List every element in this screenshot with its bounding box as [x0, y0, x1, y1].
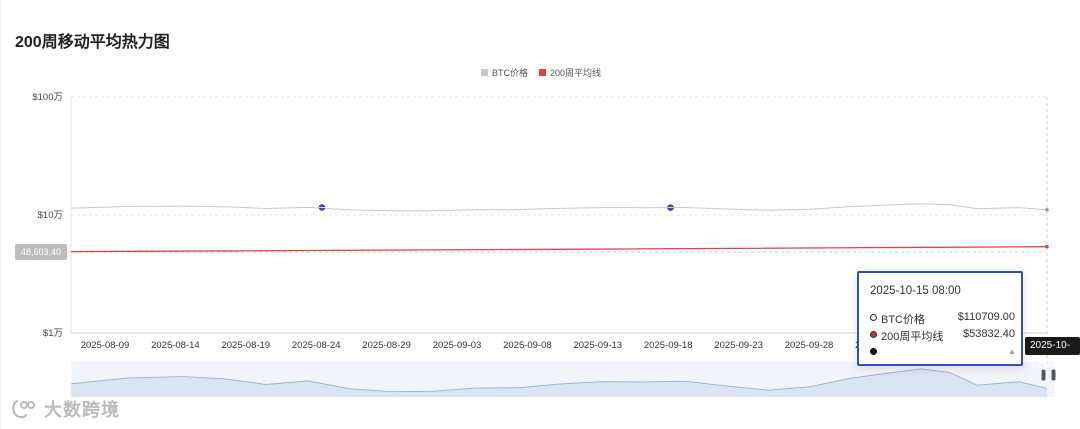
- series-dot-icon: [870, 348, 877, 355]
- legend-label-0: BTC价格: [492, 67, 528, 78]
- tooltip-row-value: $110709.00: [957, 311, 1015, 323]
- y-tick-label: $10万: [38, 210, 63, 221]
- x-tick-label: 2025-09-23: [714, 340, 763, 351]
- legend-label-1: 200周平均线: [550, 67, 601, 78]
- chart-tooltip: 2025-10-15 08:00 BTC价格 $110709.00 200周平均…: [857, 271, 1023, 366]
- series-line-1: [70, 246, 1048, 253]
- x-tick-label: 2025-08-19: [221, 340, 270, 351]
- crosshair-y-label: 48,603.40: [15, 244, 67, 260]
- tooltip-row-name: BTC价格: [881, 314, 925, 326]
- tooltip-row-extra: [870, 345, 1015, 359]
- crosshair-x-label: 2025-10-15 08:00: [1025, 337, 1080, 369]
- x-tick-label: 2025-08-29: [362, 340, 411, 351]
- y-tick-label: $100万: [32, 92, 63, 103]
- tooltip-date: 2025-10-15 08:00: [870, 285, 961, 297]
- legend-swatch-1: [539, 69, 546, 76]
- y-tick-label: $1万: [43, 328, 63, 339]
- tooltip-row-ma: 200周平均线 $53832.40: [870, 328, 1015, 343]
- series-dot-icon: [870, 331, 877, 338]
- series-endpoint-0: [1045, 207, 1049, 212]
- brand-mark-icon: [12, 399, 35, 419]
- brand-logo: 大数跨境: [11, 396, 120, 422]
- x-tick-label: 2025-08-24: [292, 340, 341, 351]
- tooltip-row-btc: BTC价格 $110709.00: [870, 311, 1015, 326]
- tooltip-row-name: 200周平均线: [881, 331, 944, 343]
- series-endpoint-1: [1045, 244, 1049, 249]
- x-tick-label: 2025-09-18: [644, 340, 693, 351]
- series-dot-icon: [870, 314, 877, 321]
- brand-logo-text: 大数跨境: [44, 400, 121, 420]
- x-tick-label: 2025-09-03: [433, 340, 482, 351]
- chart-card: 200周移动平均热力图 BTC价格 200周平均线 $100万 $10万 $1万 2025…: [0, 0, 1080, 429]
- series-line-0: [70, 203, 1048, 212]
- legend-swatch-0: [481, 69, 488, 76]
- tooltip-row-value: $53832.40: [963, 328, 1015, 340]
- scroll-caret-icon: ▲: [1008, 347, 1016, 356]
- x-tick-label: 2025-08-09: [81, 340, 130, 351]
- x-tick-label: 2025-08-14: [151, 340, 200, 351]
- x-tick-label: 2025-09-08: [503, 340, 552, 351]
- x-tick-label: 2025-09-13: [573, 340, 622, 351]
- x-tick-label: 2025-09-28: [785, 340, 834, 351]
